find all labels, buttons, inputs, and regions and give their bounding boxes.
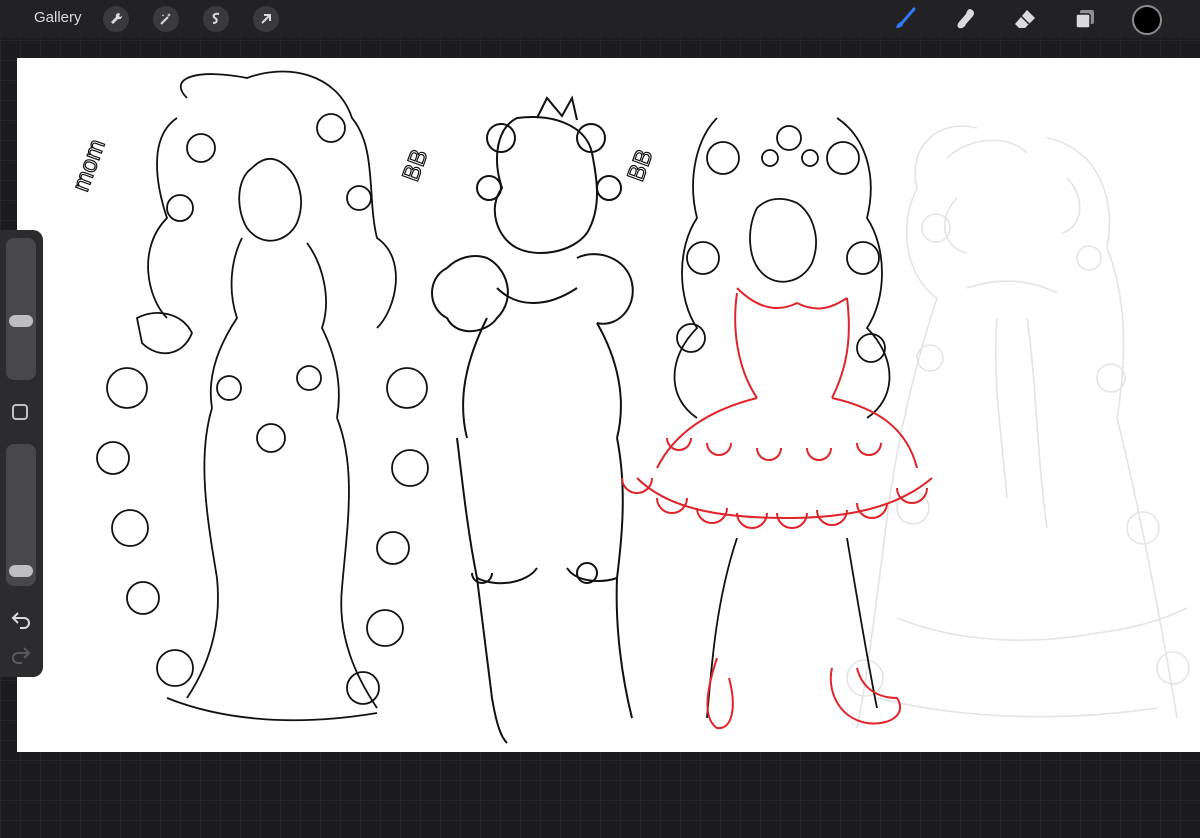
layers-icon[interactable] xyxy=(1072,6,1098,32)
eyedropper-square-button[interactable] xyxy=(12,404,28,420)
brush-size-thumb[interactable] xyxy=(9,315,33,328)
transform-arrow-icon[interactable] xyxy=(253,6,279,32)
brush-size-slider[interactable] xyxy=(6,238,36,380)
drawing-canvas[interactable]: mom BB BB xyxy=(17,58,1200,752)
figure-mom xyxy=(96,70,429,722)
magic-wand-icon[interactable] xyxy=(153,6,179,32)
left-sidebar xyxy=(0,230,43,677)
opacity-slider[interactable] xyxy=(6,444,36,586)
smudge-icon[interactable] xyxy=(952,6,978,32)
figure-bb-prince xyxy=(431,95,634,744)
undo-icon[interactable] xyxy=(10,610,32,630)
sketch-artwork: mom BB BB xyxy=(67,70,1190,744)
label-bb-1: BB xyxy=(397,146,433,185)
opacity-thumb[interactable] xyxy=(9,564,33,577)
brush-icon[interactable] xyxy=(892,6,918,32)
eraser-icon[interactable] xyxy=(1012,6,1038,32)
top-toolbar: Gallery xyxy=(0,0,1200,38)
redo-icon[interactable] xyxy=(10,645,32,665)
label-bb-2: BB xyxy=(622,146,658,185)
ghost-sketch-layer xyxy=(846,125,1190,729)
label-mom: mom xyxy=(67,136,111,195)
color-swatch[interactable] xyxy=(1132,5,1162,35)
gallery-button[interactable]: Gallery xyxy=(34,9,82,26)
selection-icon[interactable] xyxy=(203,6,229,32)
wrench-icon[interactable] xyxy=(103,6,129,32)
